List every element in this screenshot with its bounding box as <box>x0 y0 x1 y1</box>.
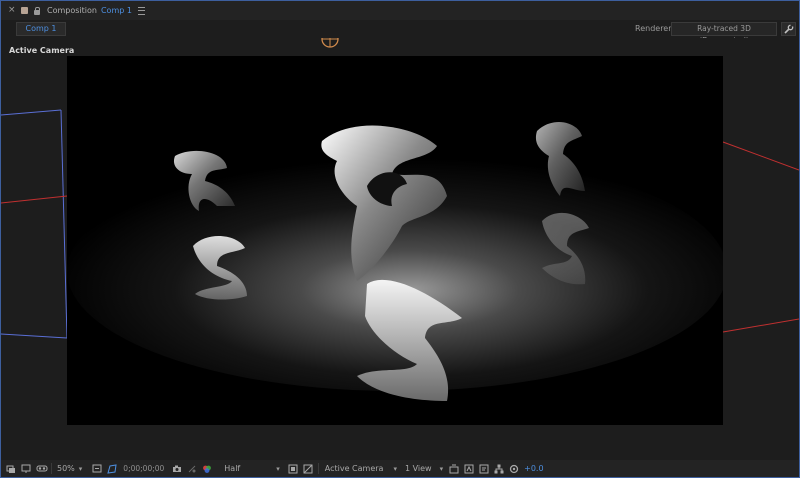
resolution-dropdown[interactable]: Half ▾ <box>224 463 279 474</box>
current-time[interactable]: 0;00;00;00 <box>123 464 164 473</box>
rendered-frame <box>67 56 723 425</box>
wrench-icon[interactable] <box>781 22 796 36</box>
vr-goggles-icon[interactable] <box>36 464 48 474</box>
panel-tab-bar: × Composition Comp 1 <box>1 1 799 20</box>
composition-viewer[interactable]: Active Camera <box>1 38 799 460</box>
view-value: Active Camera <box>324 464 384 473</box>
safe-margins-icon[interactable] <box>92 464 102 474</box>
close-icon[interactable]: × <box>8 6 16 15</box>
always-preview-icon[interactable] <box>6 464 16 474</box>
renderer-label: Renderer: <box>635 24 675 33</box>
pixel-aspect-icon[interactable] <box>449 464 459 474</box>
view-dropdown[interactable]: Active Camera ▾ <box>325 463 397 474</box>
chevron-down-icon: ▾ <box>439 464 444 473</box>
exposure-reset-icon[interactable] <box>509 464 519 474</box>
chevron-down-icon: ▾ <box>393 464 397 473</box>
composition-subbar: Comp 1 Renderer: Ray-traced 3D (Deprecat… <box>1 20 799 45</box>
menu-icon[interactable] <box>137 6 145 15</box>
chevron-down-icon: ▾ <box>78 464 83 473</box>
composition-canvas[interactable] <box>67 56 723 425</box>
show-snapshot-icon[interactable] <box>187 464 197 474</box>
lock-icon[interactable] <box>34 6 40 15</box>
timeline-icon[interactable] <box>479 464 489 474</box>
composition-panel: × Composition Comp 1 Comp 1 Renderer: Ra… <box>0 0 800 478</box>
view-label: Active Camera <box>9 46 75 55</box>
toolbar-separator <box>51 463 52 474</box>
panel-comp-name[interactable]: Comp 1 <box>101 6 132 15</box>
camera-icon[interactable] <box>319 38 341 50</box>
toolbar-separator <box>317 463 319 474</box>
mask-visibility-icon[interactable] <box>107 463 117 474</box>
chevron-down-icon: ▾ <box>276 464 280 473</box>
exposure-value[interactable]: +0.0 <box>524 464 543 473</box>
color-channels-icon[interactable] <box>202 464 212 474</box>
flowchart-icon[interactable] <box>494 464 504 474</box>
monitor-icon[interactable] <box>21 464 31 474</box>
view-layout-dropdown[interactable]: 1 View ▾ <box>405 463 443 474</box>
resolution-value: Half <box>224 464 241 473</box>
view-layout-value: 1 View <box>404 464 432 473</box>
snapshot-camera-icon[interactable] <box>172 464 182 474</box>
comp-tab[interactable]: Comp 1 <box>16 22 66 36</box>
label-color-swatch[interactable] <box>21 7 28 14</box>
renderer-button[interactable]: Ray-traced 3D (Deprecated) <box>671 22 777 45</box>
region-of-interest-icon[interactable] <box>288 464 298 474</box>
fast-previews-icon[interactable] <box>464 464 474 474</box>
zoom-value: 50% <box>57 464 75 473</box>
viewer-footer: 50% ▾ 0;00;00;00 Half ▾ Active Camera ▾ … <box>1 460 799 477</box>
transparency-grid-icon[interactable] <box>303 464 313 474</box>
zoom-dropdown[interactable]: 50% ▾ <box>57 463 82 474</box>
panel-title[interactable]: Composition <box>47 6 97 15</box>
